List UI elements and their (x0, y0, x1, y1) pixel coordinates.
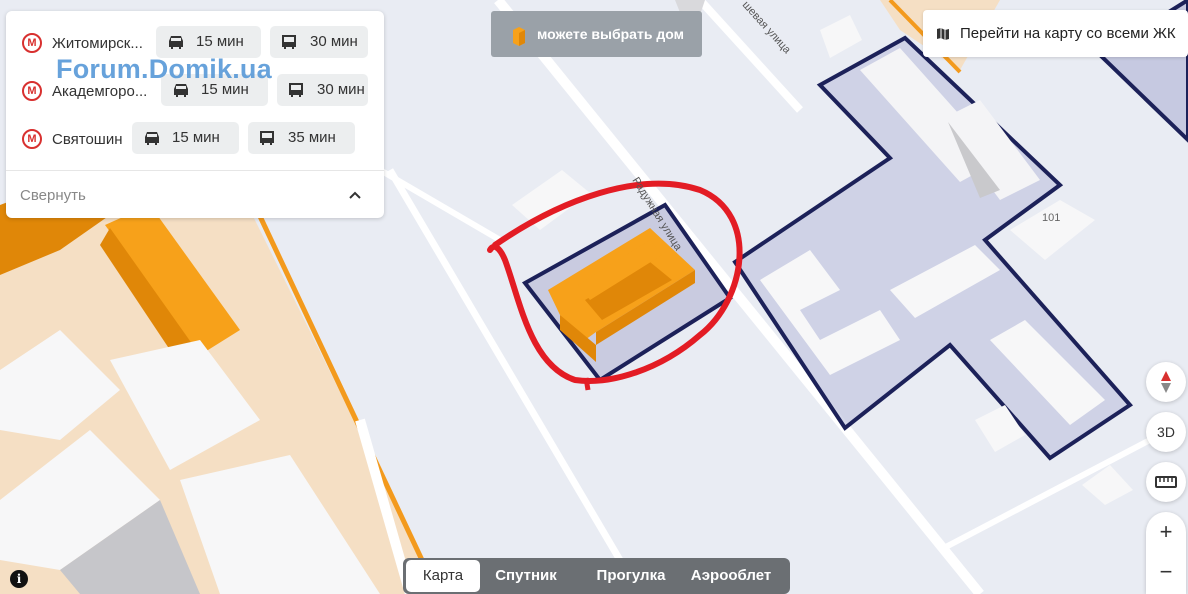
route-row[interactable]: M Святошин 15 мин 35 мин (6, 122, 384, 156)
station-name: Святошин (52, 131, 123, 148)
routes-panel: M Житомирск... 15 мин 30 мин M Академгор… (6, 11, 384, 218)
bus-icon (260, 131, 274, 145)
view-3d-button[interactable]: 3D (1146, 412, 1186, 452)
all-complexes-map-label: Перейти на карту со всеми ЖК (960, 25, 1176, 42)
collapse-button[interactable]: Свернуть (20, 187, 86, 204)
mode-satellite[interactable]: Спутник (486, 560, 566, 592)
metro-m-icon: M (22, 81, 42, 101)
map-icon (937, 28, 949, 40)
bus-icon (289, 83, 303, 97)
zoom-in-button[interactable]: + (1146, 512, 1186, 552)
compass-icon (1161, 371, 1171, 393)
mode-walk[interactable]: Прогулка (581, 560, 681, 592)
car-icon (169, 36, 183, 49)
station-name: Житомирск... (52, 35, 143, 52)
ruler-button[interactable] (1146, 462, 1186, 502)
all-complexes-map-link[interactable]: Перейти на карту со всеми ЖК (923, 10, 1188, 57)
house-number: 101 (1042, 212, 1060, 224)
zoom-control: + − (1146, 512, 1186, 594)
cube-icon (513, 27, 525, 46)
metro-m-icon: M (22, 129, 42, 149)
map-mode-switcher: Карта Спутник Прогулка Аэрооблет (403, 558, 790, 594)
zoom-out-button[interactable]: − (1146, 552, 1186, 592)
car-icon (145, 132, 159, 145)
compass-button[interactable] (1146, 362, 1186, 402)
metro-m-icon: M (22, 33, 42, 53)
chevron-up-icon[interactable] (348, 188, 362, 202)
station-name: Академгоро... (52, 83, 148, 100)
bus-time-pill[interactable]: 30 мин (270, 26, 368, 58)
mode-flyover[interactable]: Аэрооблет (685, 560, 777, 592)
bus-time: 30 мин (310, 33, 358, 50)
house-select-hint: можете выбрать дом (491, 11, 702, 57)
bus-icon (282, 35, 296, 49)
bus-time-pill[interactable]: 30 мин (277, 74, 368, 106)
car-time-pill[interactable]: 15 мин (132, 122, 239, 154)
bus-time: 30 мин (317, 81, 365, 98)
hint-text: можете выбрать дом (537, 26, 684, 42)
mode-map[interactable]: Карта (406, 560, 480, 592)
info-icon[interactable]: i (10, 570, 28, 588)
car-time: 15 мин (172, 129, 220, 146)
bus-time: 35 мин (288, 129, 336, 146)
bus-time-pill[interactable]: 35 мин (248, 122, 355, 154)
divider (6, 170, 384, 171)
ruler-icon (1155, 476, 1177, 488)
watermark: Forum.Domik.ua (56, 54, 272, 84)
